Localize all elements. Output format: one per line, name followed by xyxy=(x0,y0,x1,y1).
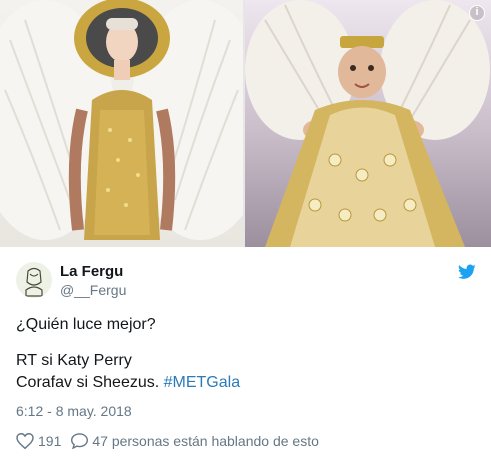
tweet-actions: 191 47 personas están hablando de esto xyxy=(16,431,319,451)
tweet-text: ¿Quién luce mejor? RT si Katy Perry Cora… xyxy=(16,314,476,394)
avatar[interactable] xyxy=(16,262,52,298)
tweet-line-1: ¿Quién luce mejor? xyxy=(16,316,156,333)
tweet-header: La Fergu @__Fergu xyxy=(16,260,476,300)
twitter-bird-icon[interactable] xyxy=(458,264,476,280)
tweet-line-2: RT si Katy Perry xyxy=(16,352,132,369)
hashtag-link[interactable]: #METGala xyxy=(164,374,240,391)
display-name[interactable]: La Fergu xyxy=(60,263,123,280)
katy-perry-illustration xyxy=(0,0,243,240)
tweet-line-3: Corafav si Sheezus. #METGala xyxy=(16,372,476,394)
like-action[interactable]: 191 xyxy=(16,433,61,449)
avatar-sketch-icon xyxy=(16,262,52,298)
nino-dios-photo[interactable] xyxy=(245,0,491,247)
tweet-media[interactable]: i xyxy=(0,0,491,247)
speech-bubble-icon xyxy=(71,433,89,449)
heart-icon xyxy=(16,433,34,449)
like-count: 191 xyxy=(38,433,62,449)
katy-perry-photo[interactable] xyxy=(0,0,243,247)
nino-dios-illustration xyxy=(245,0,490,247)
tweet-timestamp[interactable]: 6:12 - 8 may. 2018 xyxy=(16,403,132,419)
info-icon[interactable]: i xyxy=(469,5,485,21)
tweet-line-3-text: Corafav si Sheezus. xyxy=(16,374,164,391)
conversation-text: 47 personas están hablando de esto xyxy=(92,433,319,449)
user-handle[interactable]: @__Fergu xyxy=(60,282,126,298)
conversation-action[interactable]: 47 personas están hablando de esto xyxy=(71,433,319,449)
tweet-card: i La Fergu @__Fergu ¿Quién luce mejor? R… xyxy=(0,0,491,465)
